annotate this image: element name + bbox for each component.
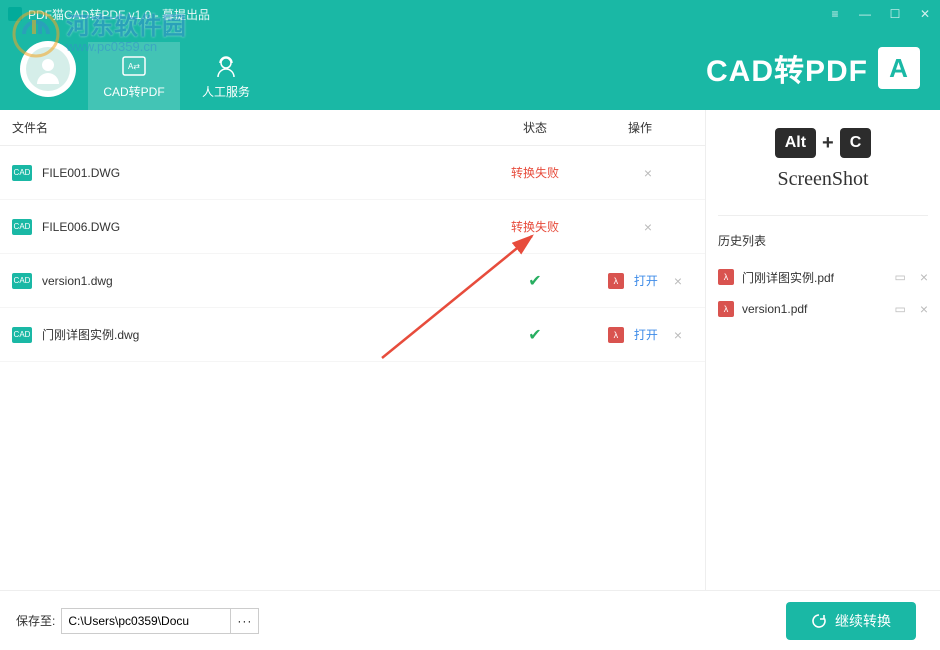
- history-file-name: 门刚详图实例.pdf: [742, 269, 886, 286]
- plus-icon: +: [822, 132, 834, 155]
- cad-file-icon: CAD: [12, 273, 32, 289]
- file-name: FILE001.DWG: [42, 166, 480, 180]
- refresh-icon: [811, 613, 827, 629]
- file-operations: ×: [590, 165, 700, 181]
- promo-banner[interactable]: Alt + C ScreenShot: [718, 128, 928, 191]
- svg-text:A⇄: A⇄: [128, 62, 140, 71]
- open-link[interactable]: 打开: [634, 272, 658, 289]
- avatar[interactable]: [20, 41, 76, 97]
- remove-button[interactable]: ×: [674, 273, 682, 289]
- brand-badge-icon: A: [878, 47, 920, 89]
- col-header-op: 操作: [590, 119, 690, 136]
- remove-button[interactable]: ×: [920, 269, 928, 285]
- history-file-name: version1.pdf: [742, 302, 886, 316]
- col-header-name: 文件名: [12, 119, 480, 136]
- remove-button[interactable]: ×: [920, 301, 928, 317]
- col-header-status: 状态: [480, 119, 590, 136]
- window-title: PDF猫CAD转PDF v1.0 - 暮提出品: [28, 6, 210, 23]
- table-row[interactable]: CAD version1.dwg ✔ λ 打开 ×: [0, 254, 705, 308]
- file-name: FILE006.DWG: [42, 220, 480, 234]
- check-icon: ✔: [528, 273, 541, 290]
- file-status: ✔: [480, 271, 590, 291]
- remove-button[interactable]: ×: [674, 327, 682, 343]
- file-operations: λ 打开 ×: [590, 272, 700, 289]
- menu-toggle-icon[interactable]: ≡: [828, 7, 842, 21]
- file-name: 门刚详图实例.dwg: [42, 326, 480, 343]
- titlebar: PDF猫CAD转PDF v1.0 - 暮提出品 ≡ — ☐ ✕: [0, 0, 940, 28]
- continue-convert-button[interactable]: 继续转换: [786, 602, 916, 640]
- cad-file-icon: CAD: [12, 327, 32, 343]
- promo-label: ScreenShot: [718, 168, 928, 191]
- open-folder-icon[interactable]: ▭: [894, 270, 905, 284]
- file-name: version1.dwg: [42, 274, 480, 288]
- key-alt: Alt: [775, 128, 816, 158]
- pdf-icon: λ: [608, 327, 624, 343]
- table-row[interactable]: CAD FILE001.DWG 转换失败 ×: [0, 146, 705, 200]
- save-to-label: 保存至:: [16, 612, 55, 629]
- header: A⇄ CAD转PDF 人工服务 CAD转PDF A: [0, 28, 940, 110]
- open-link[interactable]: 打开: [634, 326, 658, 343]
- table-row[interactable]: CAD 门刚详图实例.dwg ✔ λ 打开 ×: [0, 308, 705, 362]
- pdf-icon: λ: [718, 269, 734, 285]
- close-button[interactable]: ✕: [918, 7, 932, 21]
- key-c: C: [840, 128, 872, 158]
- browse-button[interactable]: ···: [231, 608, 259, 634]
- footer: 保存至: ··· 继续转换: [0, 590, 940, 650]
- open-folder-icon[interactable]: ▭: [894, 302, 905, 316]
- tab-customer-service[interactable]: 人工服务: [180, 42, 272, 110]
- pdf-icon: λ: [608, 273, 624, 289]
- tab-cad-to-pdf[interactable]: A⇄ CAD转PDF: [88, 42, 180, 110]
- remove-button[interactable]: ×: [644, 219, 652, 235]
- table-row[interactable]: CAD FILE006.DWG 转换失败 ×: [0, 200, 705, 254]
- remove-button[interactable]: ×: [644, 165, 652, 181]
- file-list: CAD FILE001.DWG 转换失败 × CAD FILE006.DWG 转…: [0, 146, 705, 590]
- file-operations: ×: [590, 219, 700, 235]
- cad-convert-icon: A⇄: [121, 53, 147, 79]
- cad-file-icon: CAD: [12, 219, 32, 235]
- side-panel: Alt + C ScreenShot 历史列表 λ 门刚详图实例.pdf ▭ ×…: [706, 110, 940, 590]
- file-status: 转换失败: [480, 218, 590, 235]
- file-status: 转换失败: [480, 164, 590, 181]
- history-item[interactable]: λ 门刚详图实例.pdf ▭ ×: [718, 261, 928, 293]
- brand-logo: CAD转PDF A: [706, 46, 920, 90]
- file-status: ✔: [480, 325, 590, 345]
- table-header: 文件名 状态 操作: [0, 110, 705, 146]
- pdf-icon: λ: [718, 301, 734, 317]
- maximize-button[interactable]: ☐: [888, 7, 902, 21]
- file-operations: λ 打开 ×: [590, 326, 700, 343]
- check-icon: ✔: [528, 327, 541, 344]
- cad-file-icon: CAD: [12, 165, 32, 181]
- history-item[interactable]: λ version1.pdf ▭ ×: [718, 293, 928, 325]
- save-path-input[interactable]: [61, 608, 231, 634]
- service-icon: [213, 53, 239, 79]
- history-title: 历史列表: [718, 215, 928, 249]
- app-icon: [8, 7, 22, 21]
- minimize-button[interactable]: —: [858, 7, 872, 21]
- file-panel: 文件名 状态 操作 CAD FILE001.DWG 转换失败 × CAD FIL…: [0, 110, 706, 590]
- avatar-placeholder-icon: [26, 47, 70, 91]
